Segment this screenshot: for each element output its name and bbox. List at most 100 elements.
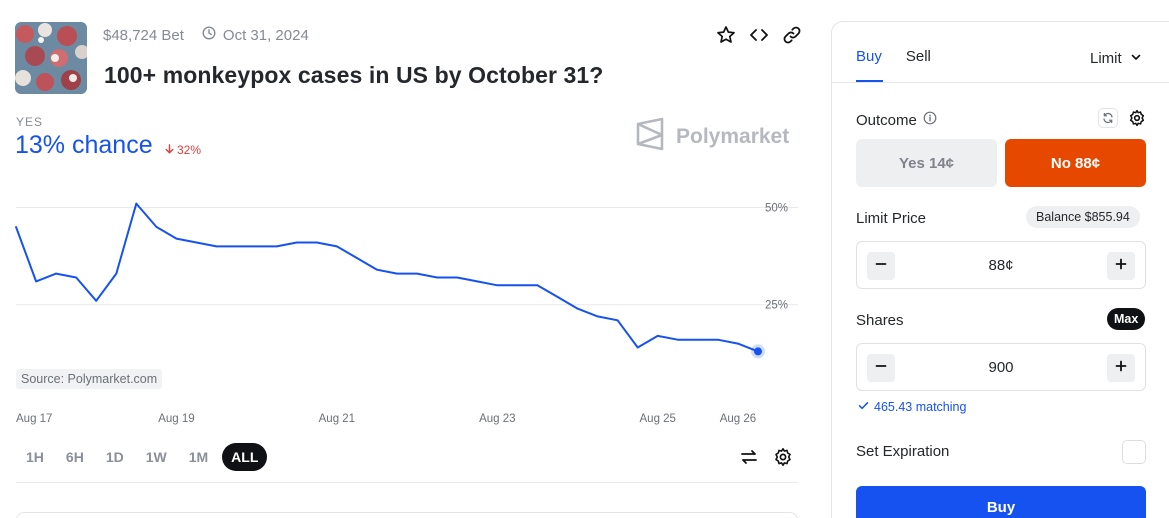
range-1w[interactable]: 1W	[138, 443, 175, 471]
set-expiration-label: Set Expiration	[856, 443, 950, 460]
gear-icon[interactable]	[772, 446, 794, 468]
x-tick-label: Aug 26	[720, 413, 756, 425]
shares-input[interactable]: 900	[857, 344, 1145, 390]
end-date: Oct 31, 2024	[202, 26, 309, 44]
data-point	[255, 245, 258, 248]
limit-price-minus-button[interactable]	[867, 252, 895, 280]
chart-tools	[738, 446, 794, 468]
price-chart: 50% 25% Aug 17 Aug 19 Aug 21 Aug 23 Aug 25 Aug …	[0, 180, 800, 430]
set-expiration-checkbox[interactable]	[1122, 440, 1146, 464]
chance-value: 13% chance	[15, 131, 153, 159]
range-6h[interactable]: 6H	[58, 443, 92, 471]
last-point-marker	[754, 347, 762, 356]
data-point	[115, 272, 118, 275]
data-point	[576, 307, 579, 310]
tab-buy[interactable]: Buy	[856, 48, 882, 65]
data-point	[95, 299, 98, 302]
order-type-value: Limit	[1090, 50, 1122, 67]
balance-badge: Balance $855.94	[1026, 206, 1140, 228]
data-point	[235, 245, 238, 248]
x-tick-label: Aug 25	[640, 413, 676, 425]
x-tick-label: Aug 17	[16, 413, 52, 425]
limit-price-label: Limit Price	[856, 210, 927, 227]
section-divider	[16, 482, 798, 483]
data-point	[737, 342, 739, 345]
max-button[interactable]: Max	[1107, 308, 1146, 330]
check-icon	[858, 400, 869, 414]
outcome-heading: Outcome	[856, 111, 937, 129]
data-point	[436, 276, 439, 279]
data-point	[35, 280, 37, 283]
refresh-icon[interactable]	[1098, 108, 1118, 128]
outcome-tools	[1098, 108, 1146, 128]
info-icon[interactable]	[923, 111, 937, 129]
data-point	[456, 276, 459, 279]
market-meta: $48,724 Bet Oct 31, 2024	[103, 26, 309, 44]
end-date-text: Oct 31, 2024	[222, 26, 309, 44]
range-all[interactable]: ALL	[222, 443, 268, 471]
brand-text: Polymarket	[676, 125, 790, 148]
y-tick-label: 50%	[765, 202, 788, 214]
data-point	[376, 268, 378, 271]
trade-tabs: Buy Sell	[856, 48, 931, 65]
y-tick-label: 25%	[765, 300, 788, 312]
data-point	[696, 338, 699, 341]
matching-text: 465.43 matching	[874, 400, 967, 414]
tab-sell[interactable]: Sell	[906, 48, 931, 65]
data-point	[496, 284, 499, 287]
code-icon[interactable]	[748, 24, 769, 45]
matching-info: 465.43 matching	[858, 400, 966, 414]
settings-gear-icon[interactable]	[1128, 109, 1146, 127]
data-point	[295, 241, 298, 244]
data-point	[275, 245, 278, 248]
price-line	[15, 202, 759, 353]
no-outcome-button[interactable]: No 88¢	[1005, 139, 1146, 187]
star-icon[interactable]	[715, 24, 736, 45]
next-card-edge	[16, 512, 798, 518]
range-1m[interactable]: 1M	[181, 443, 216, 471]
market-title: 100+ monkeypox cases in US by October 31…	[104, 62, 604, 88]
change-badge: 32%	[165, 143, 201, 157]
market-image	[15, 22, 87, 94]
outcome-heading-text: Outcome	[856, 111, 917, 129]
price-chart-svg: 50% 25% Aug 17 Aug 19 Aug 21 Aug 23 Aug 25 Aug …	[15, 202, 798, 425]
x-tick-label: Aug 19	[158, 413, 194, 425]
shares-plus-button[interactable]	[1107, 354, 1135, 382]
buy-button[interactable]: Buy	[856, 486, 1146, 518]
limit-price-input[interactable]: 88¢	[857, 242, 1145, 288]
arrow-down-icon	[165, 143, 174, 157]
plus-icon	[1115, 257, 1127, 275]
data-point	[636, 346, 639, 349]
x-tick-label: Aug 21	[319, 413, 355, 425]
data-point	[536, 284, 539, 287]
swap-arrows-icon[interactable]	[738, 446, 760, 468]
volume-text: $48,724 Bet	[103, 26, 184, 44]
data-point	[416, 272, 418, 275]
limit-price-stepper: 88¢	[856, 241, 1146, 289]
minus-icon	[875, 257, 887, 275]
data-point	[616, 319, 619, 322]
data-point	[656, 334, 659, 337]
data-point	[356, 257, 358, 259]
data-point	[175, 237, 178, 240]
range-1h[interactable]: 1H	[18, 443, 52, 471]
shares-stepper: 900	[856, 343, 1146, 391]
limit-price-plus-button[interactable]	[1107, 252, 1135, 280]
data-point	[315, 241, 318, 244]
data-point	[195, 241, 198, 244]
data-point	[716, 338, 719, 341]
data-point	[135, 202, 138, 205]
market-actions	[715, 24, 802, 45]
link-icon[interactable]	[781, 24, 802, 45]
change-text: 32%	[177, 143, 202, 157]
shares-minus-button[interactable]	[867, 354, 895, 382]
data-point	[396, 272, 398, 275]
data-point	[676, 338, 679, 341]
chevron-down-icon	[1130, 50, 1142, 67]
order-type-dropdown[interactable]: Limit	[1090, 50, 1142, 67]
range-1d[interactable]: 1D	[98, 443, 132, 471]
data-point	[596, 315, 599, 318]
yes-outcome-button[interactable]: Yes 14¢	[856, 139, 997, 187]
data-point	[15, 226, 17, 228]
x-tick-label: Aug 23	[479, 413, 515, 425]
